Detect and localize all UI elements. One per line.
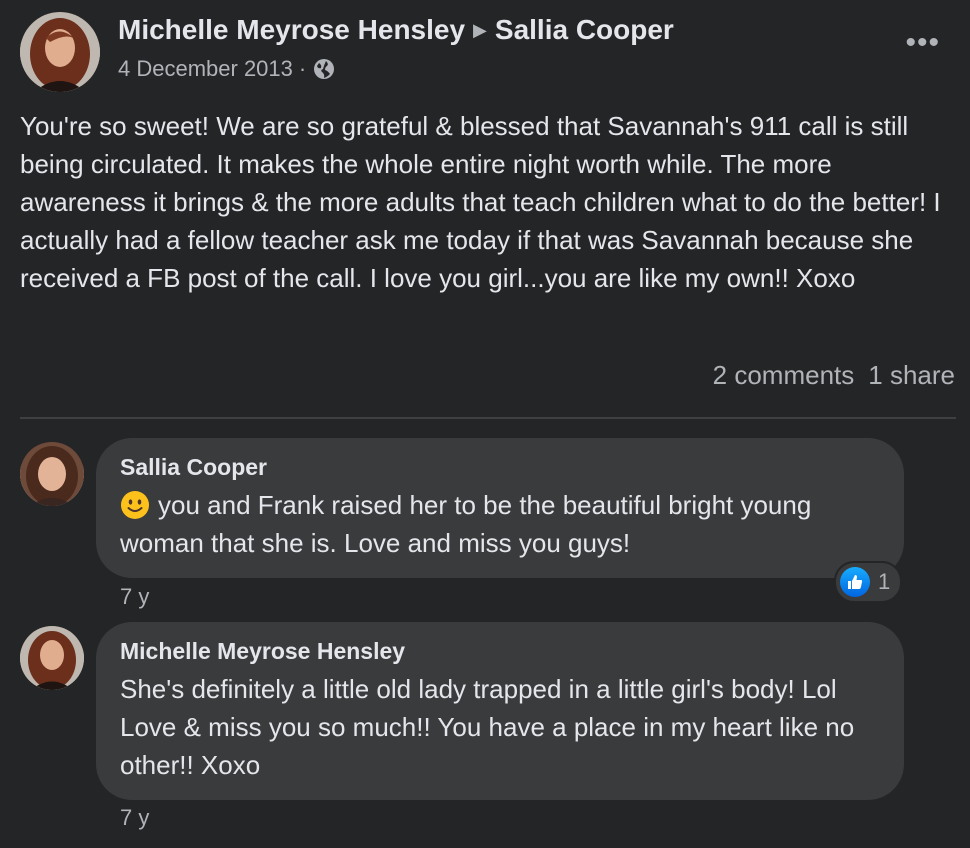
- arrow-right-icon: ▶: [473, 20, 487, 40]
- comment-time-link[interactable]: 7 y: [120, 805, 149, 831]
- globe-icon[interactable]: [312, 57, 336, 81]
- shares-count-link[interactable]: 1 share: [868, 360, 955, 390]
- comment-author-link[interactable]: Michelle Meyrose Hensley: [120, 636, 878, 666]
- comments-count-link[interactable]: 2 comments: [713, 360, 855, 390]
- comment-bubble: Sallia Cooper you and Frank raised her t…: [96, 438, 904, 578]
- more-options-icon[interactable]: •••: [905, 28, 940, 58]
- comment-author-link[interactable]: Sallia Cooper: [120, 452, 878, 482]
- commenter-avatar[interactable]: [20, 442, 84, 506]
- comment-body: She's definitely a little old lady trapp…: [120, 674, 855, 780]
- post-meta: 4 December 2013 ·: [118, 56, 336, 82]
- post-text: You're so sweet! We are so grateful & bl…: [20, 111, 941, 293]
- comment-text: you and Frank raised her to be the beaut…: [120, 486, 878, 562]
- comment-bubble: Michelle Meyrose Hensley She's definitel…: [96, 622, 904, 800]
- post-date-link[interactable]: 4 December 2013: [118, 56, 293, 82]
- post-stats: 2 comments 1 share: [713, 360, 955, 391]
- author-avatar[interactable]: [20, 12, 100, 92]
- reaction-summary[interactable]: 1: [834, 561, 903, 603]
- slightly-smiling-face-icon: [120, 490, 150, 520]
- commenter-avatar[interactable]: [20, 626, 84, 690]
- divider: [20, 417, 956, 419]
- comment-time-link[interactable]: 7 y: [120, 584, 149, 610]
- author-name-link[interactable]: Michelle Meyrose Hensley: [118, 14, 465, 45]
- target-name-link[interactable]: Sallia Cooper: [495, 14, 674, 45]
- reaction-count: 1: [878, 569, 891, 594]
- meta-separator: ·: [298, 56, 307, 81]
- post-header: Michelle Meyrose Hensley ▶ Sallia Cooper: [118, 14, 674, 46]
- comment-body: you and Frank raised her to be the beaut…: [120, 490, 812, 558]
- like-icon: [840, 567, 870, 597]
